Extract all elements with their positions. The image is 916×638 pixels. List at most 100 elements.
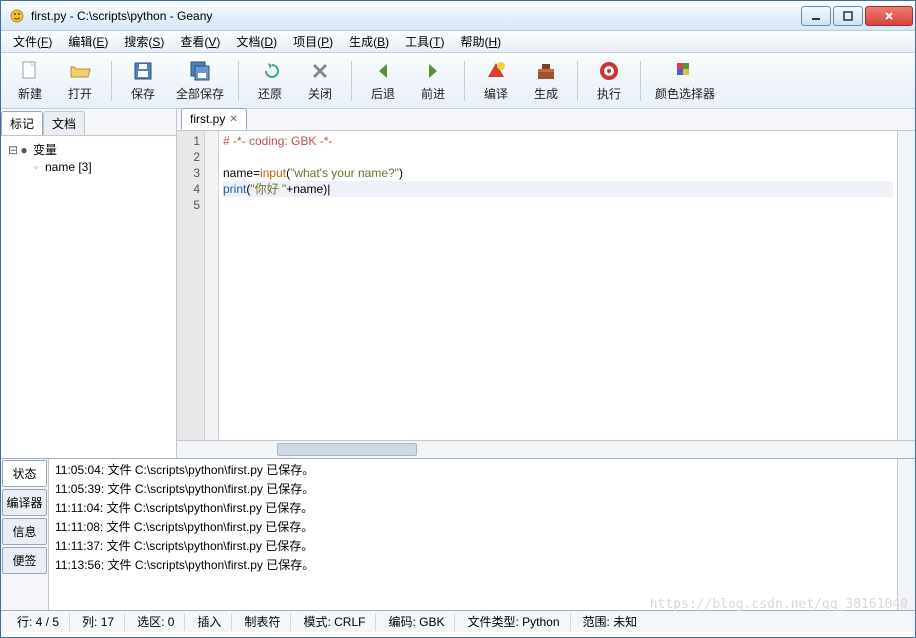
output-tab[interactable]: 编译器 <box>2 489 47 516</box>
toolbar-label: 打开 <box>68 85 92 102</box>
status-line: 行: 4 / 5 <box>7 613 70 631</box>
sidebar-tab-documents[interactable]: 文档 <box>43 111 85 135</box>
toolbar-button-undo[interactable]: 还原 <box>247 57 293 104</box>
execute-icon <box>597 59 621 83</box>
menu-item[interactable]: 工具(T) <box>397 31 452 52</box>
arrow-right-icon <box>421 59 445 83</box>
line-gutter: 12345 <box>177 131 205 440</box>
close-x-icon <box>308 59 332 83</box>
tree-label: 变量 <box>33 141 57 158</box>
toolbar-button-color-picker[interactable]: 颜色选择器 <box>649 57 721 104</box>
toolbar-button-execute[interactable]: 执行 <box>586 57 632 104</box>
app-icon <box>9 8 25 24</box>
tree-label: name [3] <box>45 160 92 174</box>
toolbar-label: 执行 <box>597 85 621 102</box>
status-mode: 模式: CRLF <box>293 613 376 631</box>
code-line[interactable]: # -*- coding: GBK -*- <box>223 133 893 149</box>
code-line[interactable]: name=input("what's your name?") <box>223 165 893 181</box>
toolbar-label: 新建 <box>18 85 42 102</box>
toolbar-label: 编译 <box>484 85 508 102</box>
title-bar: first.py - C:\scripts\python - Geany <box>1 1 915 31</box>
bullet-icon: ● <box>19 143 29 157</box>
menu-item[interactable]: 编辑(E) <box>60 31 116 52</box>
toolbar-button-arrow-left[interactable]: 后退 <box>360 57 406 104</box>
editor-horizontal-scrollbar[interactable] <box>177 440 915 458</box>
tree-node-root[interactable]: ⊟ ● 变量 <box>7 140 170 159</box>
toolbar-button-arrow-right[interactable]: 前进 <box>410 57 456 104</box>
minimize-button[interactable] <box>801 6 831 26</box>
collapse-icon[interactable]: ⊟ <box>7 143 19 157</box>
undo-icon <box>258 59 282 83</box>
sidebar-tab-symbols[interactable]: 标记 <box>1 111 43 135</box>
file-new-icon <box>18 59 42 83</box>
toolbar-separator <box>238 61 239 101</box>
status-sel: 选区: 0 <box>127 613 185 631</box>
status-scope: 范围: 未知 <box>573 613 648 631</box>
code-line[interactable] <box>223 149 893 165</box>
tab-close-icon[interactable]: ✕ <box>229 114 237 125</box>
save-all-icon <box>188 59 212 83</box>
toolbar-button-file-new[interactable]: 新建 <box>7 57 53 104</box>
status-insert: 插入 <box>187 613 232 631</box>
status-encoding: 编码: GBK <box>378 613 455 631</box>
symbol-tree[interactable]: ⊟ ● 变量 ◦ name [3] <box>1 136 176 458</box>
toolbar-button-save-all[interactable]: 全部保存 <box>170 57 230 104</box>
message-line[interactable]: 11:05:39: 文件 C:\scripts\python\first.py … <box>55 480 891 499</box>
toolbar-label: 关闭 <box>308 85 332 102</box>
save-icon <box>131 59 155 83</box>
toolbar-separator <box>111 61 112 101</box>
menu-item[interactable]: 帮助(H) <box>452 31 509 52</box>
folder-open-icon <box>68 59 92 83</box>
message-line[interactable]: 11:11:08: 文件 C:\scripts\python\first.py … <box>55 518 891 537</box>
messages-area[interactable]: 11:05:04: 文件 C:\scripts\python\first.py … <box>49 459 897 610</box>
toolbar-label: 颜色选择器 <box>655 85 715 102</box>
message-line[interactable]: 11:13:56: 文件 C:\scripts\python\first.py … <box>55 556 891 575</box>
toolbar-label: 后退 <box>371 85 395 102</box>
menu-item[interactable]: 项目(P) <box>285 31 341 52</box>
toolbar-separator <box>464 61 465 101</box>
toolbar-button-build[interactable]: 生成 <box>523 57 569 104</box>
message-line[interactable]: 11:05:04: 文件 C:\scripts\python\first.py … <box>55 461 891 480</box>
message-line[interactable]: 11:11:04: 文件 C:\scripts\python\first.py … <box>55 499 891 518</box>
build-icon <box>534 59 558 83</box>
code-line[interactable] <box>223 198 893 214</box>
toolbar-button-close-x[interactable]: 关闭 <box>297 57 343 104</box>
menu-item[interactable]: 生成(B) <box>341 31 397 52</box>
code-editor[interactable]: # -*- coding: GBK -*- name=input("what's… <box>219 131 897 440</box>
toolbar-label: 全部保存 <box>176 85 224 102</box>
menu-item[interactable]: 搜索(S) <box>116 31 172 52</box>
fold-margin <box>205 131 219 440</box>
menu-item[interactable]: 文档(D) <box>228 31 285 52</box>
messages-pane: 状态编译器信息便签 11:05:04: 文件 C:\scripts\python… <box>1 458 915 610</box>
editor-tab[interactable]: first.py ✕ <box>181 108 247 130</box>
code-line[interactable]: print("你好 "+name)| <box>223 181 893 197</box>
output-tab[interactable]: 信息 <box>2 518 47 545</box>
editor-tab-label: first.py <box>190 112 225 126</box>
toolbar-separator <box>640 61 641 101</box>
toolbar-label: 前进 <box>421 85 445 102</box>
menu-item[interactable]: 查看(V) <box>172 31 228 52</box>
toolbar-button-save[interactable]: 保存 <box>120 57 166 104</box>
editor-pane: first.py ✕ 12345 # -*- coding: GBK -*- n… <box>177 109 915 458</box>
status-tab: 制表符 <box>234 613 291 631</box>
maximize-button[interactable] <box>833 6 863 26</box>
window-title: first.py - C:\scripts\python - Geany <box>31 9 799 23</box>
status-filetype: 文件类型: Python <box>457 613 570 631</box>
messages-vertical-scrollbar[interactable] <box>897 459 915 610</box>
close-button[interactable] <box>865 6 913 26</box>
sidebar: 标记 文档 ⊟ ● 变量 ◦ name [3] <box>1 109 177 458</box>
compile-icon <box>484 59 508 83</box>
toolbar-label: 保存 <box>131 85 155 102</box>
menu-bar: 文件(F)编辑(E)搜索(S)查看(V)文档(D)项目(P)生成(B)工具(T)… <box>1 31 915 53</box>
color-picker-icon <box>673 59 697 83</box>
menu-item[interactable]: 文件(F) <box>5 31 60 52</box>
editor-vertical-scrollbar[interactable] <box>897 131 915 440</box>
output-tab[interactable]: 状态 <box>2 460 47 487</box>
toolbar-button-compile[interactable]: 编译 <box>473 57 519 104</box>
tree-node-child[interactable]: ◦ name [3] <box>7 159 170 175</box>
toolbar-button-folder-open[interactable]: 打开 <box>57 57 103 104</box>
scrollbar-thumb[interactable] <box>277 443 417 456</box>
output-tab[interactable]: 便签 <box>2 547 47 574</box>
status-col: 列: 17 <box>72 613 125 631</box>
message-line[interactable]: 11:11:37: 文件 C:\scripts\python\first.py … <box>55 537 891 556</box>
